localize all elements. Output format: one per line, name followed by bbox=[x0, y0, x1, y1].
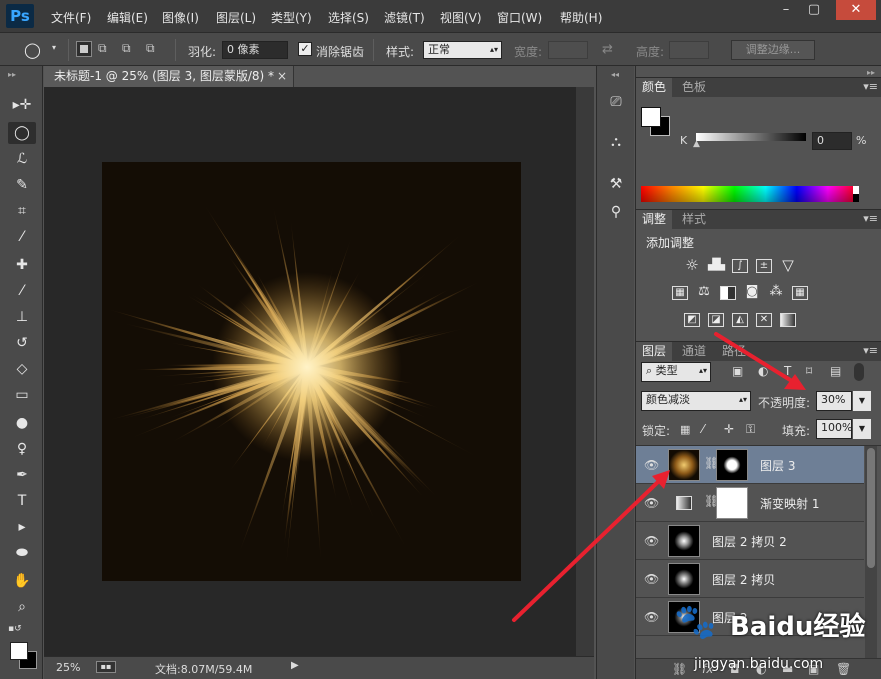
annotation-arrows bbox=[512, 332, 806, 622]
watermark-brand: Baidu经验 bbox=[730, 612, 866, 642]
color-fg-swatch[interactable] bbox=[641, 107, 661, 127]
foreground-color-swatch[interactable] bbox=[10, 642, 28, 660]
paw-logo-icon: 🐾 bbox=[674, 602, 717, 642]
watermark: 🐾 Baidu经验 jingyan.baidu.com bbox=[674, 602, 874, 676]
watermark-url: jingyan.baidu.com bbox=[694, 656, 824, 672]
